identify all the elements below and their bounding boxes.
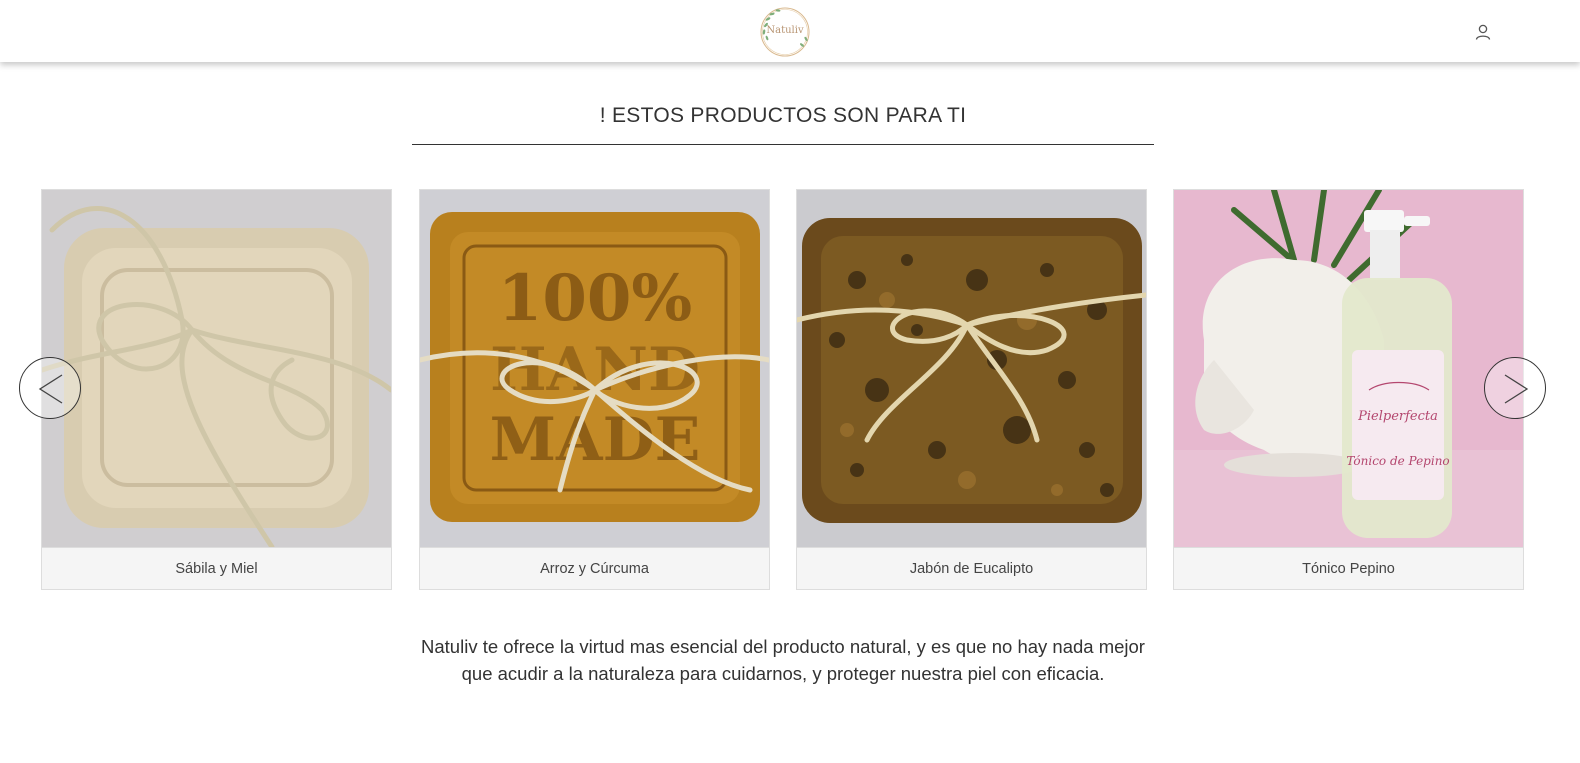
product-name[interactable]: Arroz y Cúrcuma bbox=[420, 547, 769, 589]
product-name[interactable]: Sábila y Miel bbox=[42, 547, 391, 589]
natuliv-logo[interactable]: Natuliv bbox=[758, 5, 812, 59]
svg-text:100%: 100% bbox=[498, 261, 692, 336]
product-name[interactable]: Jabón de Eucalipto bbox=[797, 547, 1146, 589]
product-card[interactable]: 100% HAND MADE Arroz y Cúrcuma bbox=[419, 189, 770, 590]
product-image-jabon-eucalipto[interactable] bbox=[797, 190, 1146, 547]
product-name[interactable]: Tónico Pepino bbox=[1174, 547, 1523, 589]
title-divider bbox=[412, 144, 1154, 145]
svg-text:Pielperfecta: Pielperfecta bbox=[1357, 409, 1438, 424]
product-card[interactable]: Sábila y Miel bbox=[41, 189, 392, 590]
svg-text:MADE: MADE bbox=[490, 405, 701, 475]
logo-text: Natuliv bbox=[766, 25, 804, 36]
chevron-right-icon bbox=[1504, 374, 1529, 404]
site-header: Natuliv bbox=[0, 0, 1580, 62]
chevron-left-icon bbox=[38, 374, 63, 404]
product-image-arroz-curcuma[interactable]: 100% HAND MADE bbox=[420, 190, 769, 547]
product-card[interactable]: Pielperfecta Tónico de Pepino Tónico Pep… bbox=[1173, 189, 1524, 590]
product-card[interactable]: Jabón de Eucalipto bbox=[796, 189, 1147, 590]
carousel-next-button[interactable] bbox=[1484, 357, 1546, 419]
user-icon[interactable] bbox=[1474, 23, 1492, 41]
product-image-tonico-pepino[interactable]: Pielperfecta Tónico de Pepino bbox=[1174, 190, 1523, 547]
section-title: ! ESTOS PRODUCTOS SON PARA TI bbox=[599, 104, 967, 127]
svg-text:Tónico de Pepino: Tónico de Pepino bbox=[1346, 454, 1449, 468]
product-image-sabila-miel[interactable] bbox=[42, 190, 391, 547]
carousel-prev-button[interactable] bbox=[19, 357, 81, 419]
intro-paragraph: Natuliv te ofrece la virtud mas esencial… bbox=[421, 636, 1145, 684]
